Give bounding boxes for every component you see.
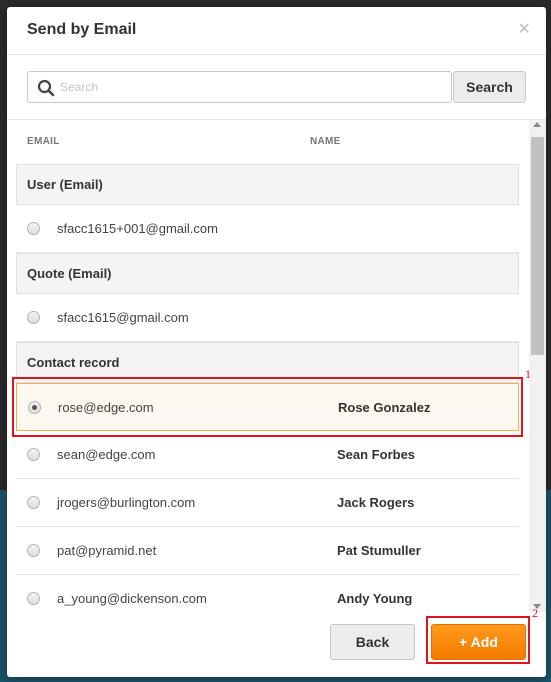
row-email: sean@edge.com [57,447,156,462]
group-header-user: User (Email) [16,164,519,205]
list-item[interactable]: sfacc1615+001@gmail.com [16,205,519,253]
dialog-title: Send by Email [27,21,137,38]
group-header-quote: Quote (Email) [16,253,519,294]
list-item[interactable]: a_young@dickenson.com Andy Young [16,575,519,612]
row-email: a_young@dickenson.com [57,591,207,606]
list-item[interactable]: sean@edge.com Sean Forbes [16,431,519,479]
column-header-email: EMAIL [27,136,60,147]
list-scrollbar[interactable] [529,120,546,612]
row-email: sfacc1615+001@gmail.com [57,221,218,236]
radio-button[interactable] [27,496,40,509]
column-headers: EMAIL NAME [27,136,507,150]
search-input[interactable] [60,73,445,101]
row-email: pat@pyramid.net [57,543,157,558]
send-by-email-dialog: Send by Email × Search EMAIL NAME User (… [7,7,546,677]
list-item[interactable]: pat@pyramid.net Pat Stumuller [16,527,519,575]
radio-button[interactable] [27,544,40,557]
row-name: Rose Gonzalez [338,400,431,415]
dialog-footer: Back + Add [7,612,546,677]
add-button[interactable]: + Add [431,624,526,660]
radio-button[interactable] [27,448,40,461]
list-item[interactable]: sfacc1615@gmail.com [16,294,519,342]
search-box[interactable] [27,71,452,103]
row-name: Pat Stumuller [337,543,421,558]
radio-button[interactable] [27,222,40,235]
row-name: Jack Rogers [337,495,415,510]
row-email: rose@edge.com [58,400,154,415]
search-icon [37,79,55,97]
list-item[interactable]: jrogers@burlington.com Jack Rogers [16,479,519,527]
search-bar: Search [27,71,526,103]
annotation-number-2: 2 [532,606,538,620]
row-email: jrogers@burlington.com [57,495,196,510]
list-item-selected[interactable]: rose@edge.com Rose Gonzalez [16,383,519,431]
back-button[interactable]: Back [330,624,415,660]
recipient-rows: User (Email) sfacc1615+001@gmail.com Quo… [16,164,519,612]
annotation-number-1: 1 [525,367,531,381]
group-header-contact: Contact record [16,342,519,383]
row-email: sfacc1615@gmail.com [57,310,189,325]
dialog-header: Send by Email × [7,7,546,55]
radio-button-checked[interactable] [28,401,41,414]
radio-button[interactable] [27,311,40,324]
close-icon[interactable]: × [518,19,530,39]
scroll-thumb[interactable] [531,137,544,355]
column-header-name: NAME [310,136,341,147]
radio-button[interactable] [27,592,40,605]
row-name: Sean Forbes [337,447,416,462]
search-button[interactable]: Search [453,71,526,103]
row-name: Andy Young [337,591,413,606]
recipient-list[interactable]: EMAIL NAME User (Email) sfacc1615+001@gm… [7,120,546,612]
scroll-up-arrow-icon[interactable] [533,122,541,127]
